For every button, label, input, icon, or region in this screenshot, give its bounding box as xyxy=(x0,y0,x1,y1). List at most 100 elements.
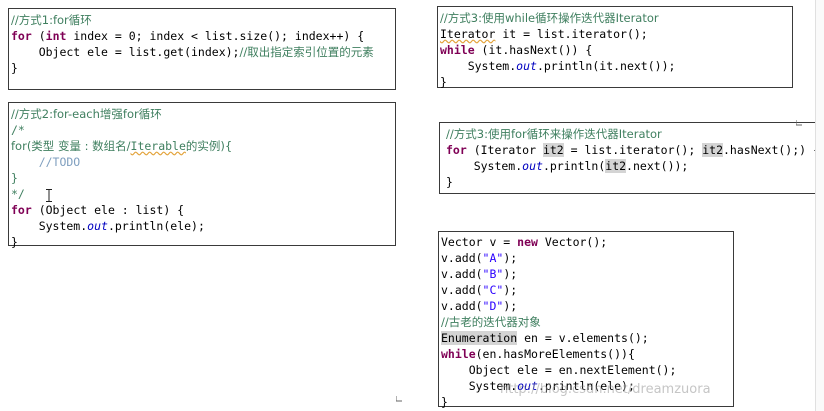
code-text: .println(ele); xyxy=(107,219,205,233)
code-text: v.add( xyxy=(441,283,483,297)
code-line: v.add("B"); xyxy=(439,266,733,282)
keyword: while xyxy=(440,43,475,57)
comment: //方式2:for-each增强for循环 xyxy=(11,107,162,121)
keyword: for xyxy=(11,29,32,43)
code-panel-while-iterator[interactable]: //方式3:使用while循环操作迭代器Iterator Iterator it… xyxy=(437,6,793,90)
code-text: ); xyxy=(503,251,518,265)
comment: */ xyxy=(11,187,25,201)
code-text: .println( xyxy=(542,159,606,173)
code-line: */ xyxy=(9,186,395,202)
highlighted-type: Enumeration xyxy=(441,331,518,345)
code-text: } xyxy=(11,235,18,249)
comment-squiggle: Iterable xyxy=(130,139,186,153)
code-text: } xyxy=(11,61,18,75)
comment: //古老的迭代器对象 xyxy=(441,315,541,329)
code-text: } xyxy=(440,75,447,89)
code-text: en = v.elements(); xyxy=(517,331,649,345)
comment: } xyxy=(11,171,18,185)
code-line: } xyxy=(9,234,395,250)
code-line: Iterator it = list.iterator(); xyxy=(438,26,792,42)
code-line: while(en.hasMoreElements()){ xyxy=(439,346,733,362)
keyword: int xyxy=(45,29,67,43)
field: out xyxy=(87,219,108,233)
code-text: (it.hasNext()) { xyxy=(474,43,593,57)
code-text: (Object ele : list) { xyxy=(31,203,185,217)
field: out xyxy=(516,59,537,73)
code-line: for (Object ele : list) { xyxy=(9,202,395,218)
code-line: System.out.println(it2.next()); xyxy=(444,158,816,174)
code-panel-for-loop[interactable]: //方式1:for循环 for (int index = 0; index < … xyxy=(8,8,396,90)
code-line: Object ele = list.get(index);//取出指定索引位置的… xyxy=(9,44,395,60)
code-text-squiggle: Iterator xyxy=(440,27,496,41)
code-text: (Iterator xyxy=(466,143,543,157)
keyword: for xyxy=(446,143,467,157)
code-panel-for-each[interactable]: //方式2:for-each增强for循环 /* for(类型 变量 : 数组名… xyxy=(8,102,396,249)
vertical-scrollbar[interactable] xyxy=(815,0,824,411)
code-text: } xyxy=(441,395,448,409)
code-line: for (int index = 0; index < list.size();… xyxy=(9,28,395,44)
keyword: new xyxy=(517,235,538,249)
code-text: Object ele = list.get(index); xyxy=(11,45,240,59)
todo-comment: //TODO xyxy=(11,155,81,169)
code-line: while (it.hasNext()) { xyxy=(438,42,792,58)
code-text: (en.hasMoreElements()){ xyxy=(475,347,635,361)
code-line: //方式1:for循环 xyxy=(9,12,395,28)
highlighted-variable: it2 xyxy=(605,159,627,173)
code-line: } xyxy=(444,174,816,190)
code-text: v.add( xyxy=(441,299,483,313)
code-line: //方式2:for-each增强for循环 xyxy=(9,106,395,122)
code-line: } xyxy=(438,74,792,90)
code-line: v.add("D"); xyxy=(439,298,733,314)
code-text: Vector v = xyxy=(441,235,518,249)
code-line: v.add("A"); xyxy=(439,250,733,266)
margin-corner-mark xyxy=(396,396,402,402)
code-text: ); xyxy=(503,299,518,313)
comment: 的实例){ xyxy=(185,139,233,153)
code-text: } xyxy=(446,175,453,189)
code-text: System. xyxy=(11,219,88,233)
comment: //方式3:使用while循环操作迭代器Iterator xyxy=(440,11,659,25)
code-line: //方式3:使用for循环来操作迭代器Iterator xyxy=(444,126,816,142)
code-line: for(类型 变量 : 数组名/Iterable的实例){ xyxy=(9,138,395,154)
code-text: .next()); xyxy=(626,159,689,173)
code-text: ); xyxy=(503,267,518,281)
code-line: //古老的迭代器对象 xyxy=(439,314,733,330)
string-literal: "A" xyxy=(482,251,504,265)
keyword: for xyxy=(11,203,32,217)
comment: //方式1:for循环 xyxy=(11,13,92,27)
code-line: Object ele = en.nextElement(); xyxy=(439,362,733,378)
highlighted-variable: it2 xyxy=(702,143,723,157)
code-line: /* xyxy=(9,122,395,138)
code-line: System.out.println(it.next()); xyxy=(438,58,792,74)
string-literal: "D" xyxy=(482,299,504,313)
code-panel-enumeration[interactable]: Vector v = new Vector(); v.add("A"); v.a… xyxy=(438,231,734,409)
comment: //取出指定索引位置的元素 xyxy=(239,45,374,59)
code-line: //TODO xyxy=(9,154,395,170)
code-line: Enumeration en = v.elements(); xyxy=(439,330,733,346)
margin-corner-mark xyxy=(796,120,802,126)
code-text: System. xyxy=(446,159,523,173)
code-text: .println(it.next()); xyxy=(536,59,676,73)
code-text: Vector(); xyxy=(537,235,608,249)
string-literal: "C" xyxy=(482,283,504,297)
comment: /* xyxy=(11,123,25,137)
code-text: System. xyxy=(440,59,517,73)
code-text: index = 0; index < list.size(); index++)… xyxy=(66,29,365,43)
comment: //方式3:使用for循环来操作迭代器Iterator xyxy=(446,127,662,141)
watermark: http://blog.csdn.net/dreamzuora xyxy=(500,382,711,397)
code-line: } xyxy=(9,60,395,76)
field: out xyxy=(522,159,543,173)
code-text: v.add( xyxy=(441,267,483,281)
code-line: v.add("C"); xyxy=(439,282,733,298)
code-line: System.out.println(ele); xyxy=(9,218,395,234)
code-text: ( xyxy=(31,29,46,43)
string-literal: "B" xyxy=(482,267,504,281)
code-line: } xyxy=(9,170,395,186)
highlighted-variable: it2 xyxy=(542,143,564,157)
code-line: for (Iterator it2 = list.iterator(); it2… xyxy=(444,142,820,158)
comment: for(类型 变量 : 数组名/ xyxy=(11,139,131,153)
code-panel-for-iterator[interactable]: //方式3:使用for循环来操作迭代器Iterator for (Iterato… xyxy=(439,122,820,194)
code-text: = list.iterator(); xyxy=(563,143,703,157)
text-cursor-icon xyxy=(46,189,52,202)
code-line: //方式3:使用while循环操作迭代器Iterator xyxy=(438,10,792,26)
